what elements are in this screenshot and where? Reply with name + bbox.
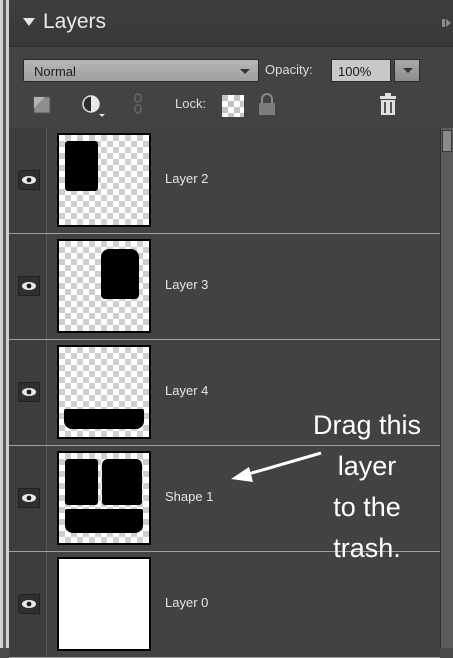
annotation-line: to the <box>333 492 401 522</box>
visibility-cell[interactable] <box>9 128 47 233</box>
layer-name: Layer 4 <box>165 383 209 398</box>
layer-name: Layer 2 <box>165 171 209 186</box>
triangle-down-icon[interactable] <box>23 18 35 26</box>
layer-thumbnail <box>57 451 151 545</box>
annotation-text: Drag this layer to the trash. <box>287 405 447 569</box>
eye-icon[interactable] <box>18 276 40 296</box>
layer-row[interactable]: Layer 3 <box>9 234 440 340</box>
opacity-label: Opacity: <box>265 62 313 77</box>
panel-header[interactable]: Layers <box>9 0 453 47</box>
left-edge-bar <box>0 0 9 648</box>
opacity-input[interactable]: 100% <box>331 59 391 82</box>
visibility-cell[interactable] <box>9 340 47 445</box>
scrollbar[interactable] <box>440 128 453 648</box>
layer-row[interactable]: Layer 2 <box>9 128 440 234</box>
blend-mode-dropdown[interactable]: Normal <box>23 59 259 82</box>
visibility-cell[interactable] <box>9 552 47 657</box>
annotation-line: Drag this <box>312 410 422 440</box>
annotation-line: layer <box>337 451 397 481</box>
new-layer-icon[interactable] <box>33 96 51 114</box>
scrollbar-thumb[interactable] <box>442 130 452 152</box>
visibility-cell[interactable] <box>9 446 47 551</box>
layers-panel: Layers Normal Opacity: 100% Lock: Layer … <box>9 0 453 658</box>
layer-thumbnail <box>57 133 151 227</box>
chevron-down-icon <box>240 69 250 74</box>
layer-name: Layer 0 <box>165 595 209 610</box>
lock-transparent-pixels-icon[interactable] <box>222 95 244 117</box>
layer-thumbnail <box>57 557 151 651</box>
annotation-line: trash. <box>333 533 401 563</box>
panel-title: Layers <box>43 10 107 33</box>
visibility-cell[interactable] <box>9 234 47 339</box>
adjustment-layer-icon[interactable] <box>81 94 107 118</box>
layer-thumbnail <box>57 239 151 333</box>
layer-thumbnail <box>57 345 151 439</box>
layer-list: Layer 2 Layer 3 Layer 4 Shape 1 Layer 0 <box>9 128 440 658</box>
eye-icon[interactable] <box>18 382 40 402</box>
layer-name: Shape 1 <box>165 489 214 504</box>
trash-icon[interactable] <box>379 93 397 115</box>
chevron-down-icon <box>403 68 413 73</box>
lock-label: Lock: <box>175 96 207 111</box>
opacity-dropdown-button[interactable] <box>394 59 420 82</box>
blend-mode-value: Normal <box>34 64 76 79</box>
link-icon[interactable] <box>133 93 143 115</box>
eye-icon[interactable] <box>18 594 40 614</box>
eye-icon[interactable] <box>18 488 40 508</box>
opacity-value: 100% <box>338 64 372 79</box>
layer-name: Layer 3 <box>165 277 209 292</box>
eye-icon[interactable] <box>18 170 40 190</box>
lock-icon[interactable] <box>257 92 277 116</box>
panel-menu-icon[interactable] <box>442 16 451 30</box>
